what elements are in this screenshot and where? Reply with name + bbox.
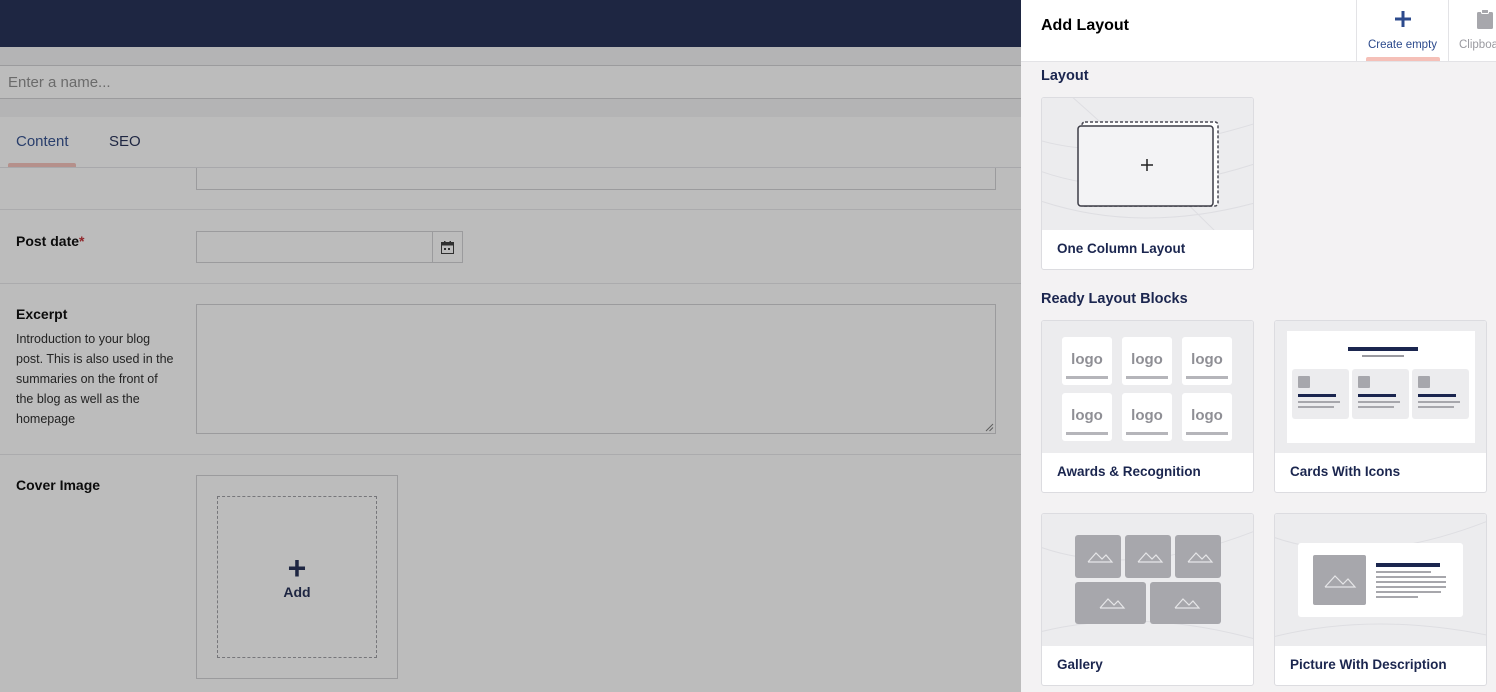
- logo-placeholder-text: logo: [1131, 407, 1163, 424]
- one-column-layout-thumbnail: [1042, 98, 1253, 239]
- gallery-graphic: [1042, 531, 1253, 640]
- gallery-card[interactable]: Gallery: [1041, 513, 1254, 686]
- logo-placeholder-text: logo: [1071, 407, 1103, 424]
- logo-placeholder-text: logo: [1191, 351, 1223, 368]
- gallery-label: Gallery: [1057, 657, 1103, 672]
- awards-recognition-thumbnail: logo logo logo logo logo logo: [1042, 321, 1253, 453]
- panel-header: Add Layout Create empty Clipboard: [1021, 0, 1496, 62]
- plus-icon: [1394, 9, 1411, 33]
- panel-title: Add Layout: [1041, 17, 1129, 34]
- logo-grid-graphic: logo logo logo logo logo logo: [1062, 337, 1232, 441]
- picture-with-description-thumbnail: [1275, 514, 1486, 646]
- clipboard-label: Clipboard: [1459, 39, 1496, 51]
- awards-recognition-label: Awards & Recognition: [1057, 464, 1201, 479]
- logo-placeholder-text: logo: [1131, 351, 1163, 368]
- one-column-layout-label: One Column Layout: [1057, 241, 1186, 256]
- cards-with-icons-label: Cards With Icons: [1290, 464, 1401, 479]
- create-empty-label: Create empty: [1367, 39, 1438, 51]
- create-empty-button[interactable]: Create empty: [1356, 0, 1448, 61]
- cards-with-icons-card[interactable]: Cards With Icons: [1274, 320, 1487, 493]
- picture-with-description-label: Picture With Description: [1290, 657, 1447, 672]
- picture-description-graphic: [1275, 521, 1486, 637]
- active-action-indicator: [1366, 57, 1440, 61]
- layout-section-title: Layout: [1041, 68, 1089, 84]
- modal-backdrop[interactable]: [0, 0, 1021, 692]
- cards-with-icons-graphic: [1287, 331, 1475, 443]
- clipboard-button[interactable]: Clipboard: [1448, 0, 1496, 61]
- awards-recognition-card[interactable]: logo logo logo logo logo logo Awards & R…: [1041, 320, 1254, 493]
- logo-placeholder-text: logo: [1191, 407, 1223, 424]
- add-layout-panel: Add Layout Create empty Clipboard Layout: [1021, 0, 1496, 692]
- clipboard-icon: [1477, 9, 1493, 33]
- cards-with-icons-thumbnail: [1275, 321, 1486, 453]
- layout-preview-graphic: [1042, 98, 1253, 239]
- logo-placeholder-text: logo: [1071, 351, 1103, 368]
- ready-blocks-section-title: Ready Layout Blocks: [1041, 291, 1188, 307]
- gallery-thumbnail: [1042, 514, 1253, 646]
- picture-with-description-card[interactable]: Picture With Description: [1274, 513, 1487, 686]
- one-column-layout-card[interactable]: One Column Layout: [1041, 97, 1254, 270]
